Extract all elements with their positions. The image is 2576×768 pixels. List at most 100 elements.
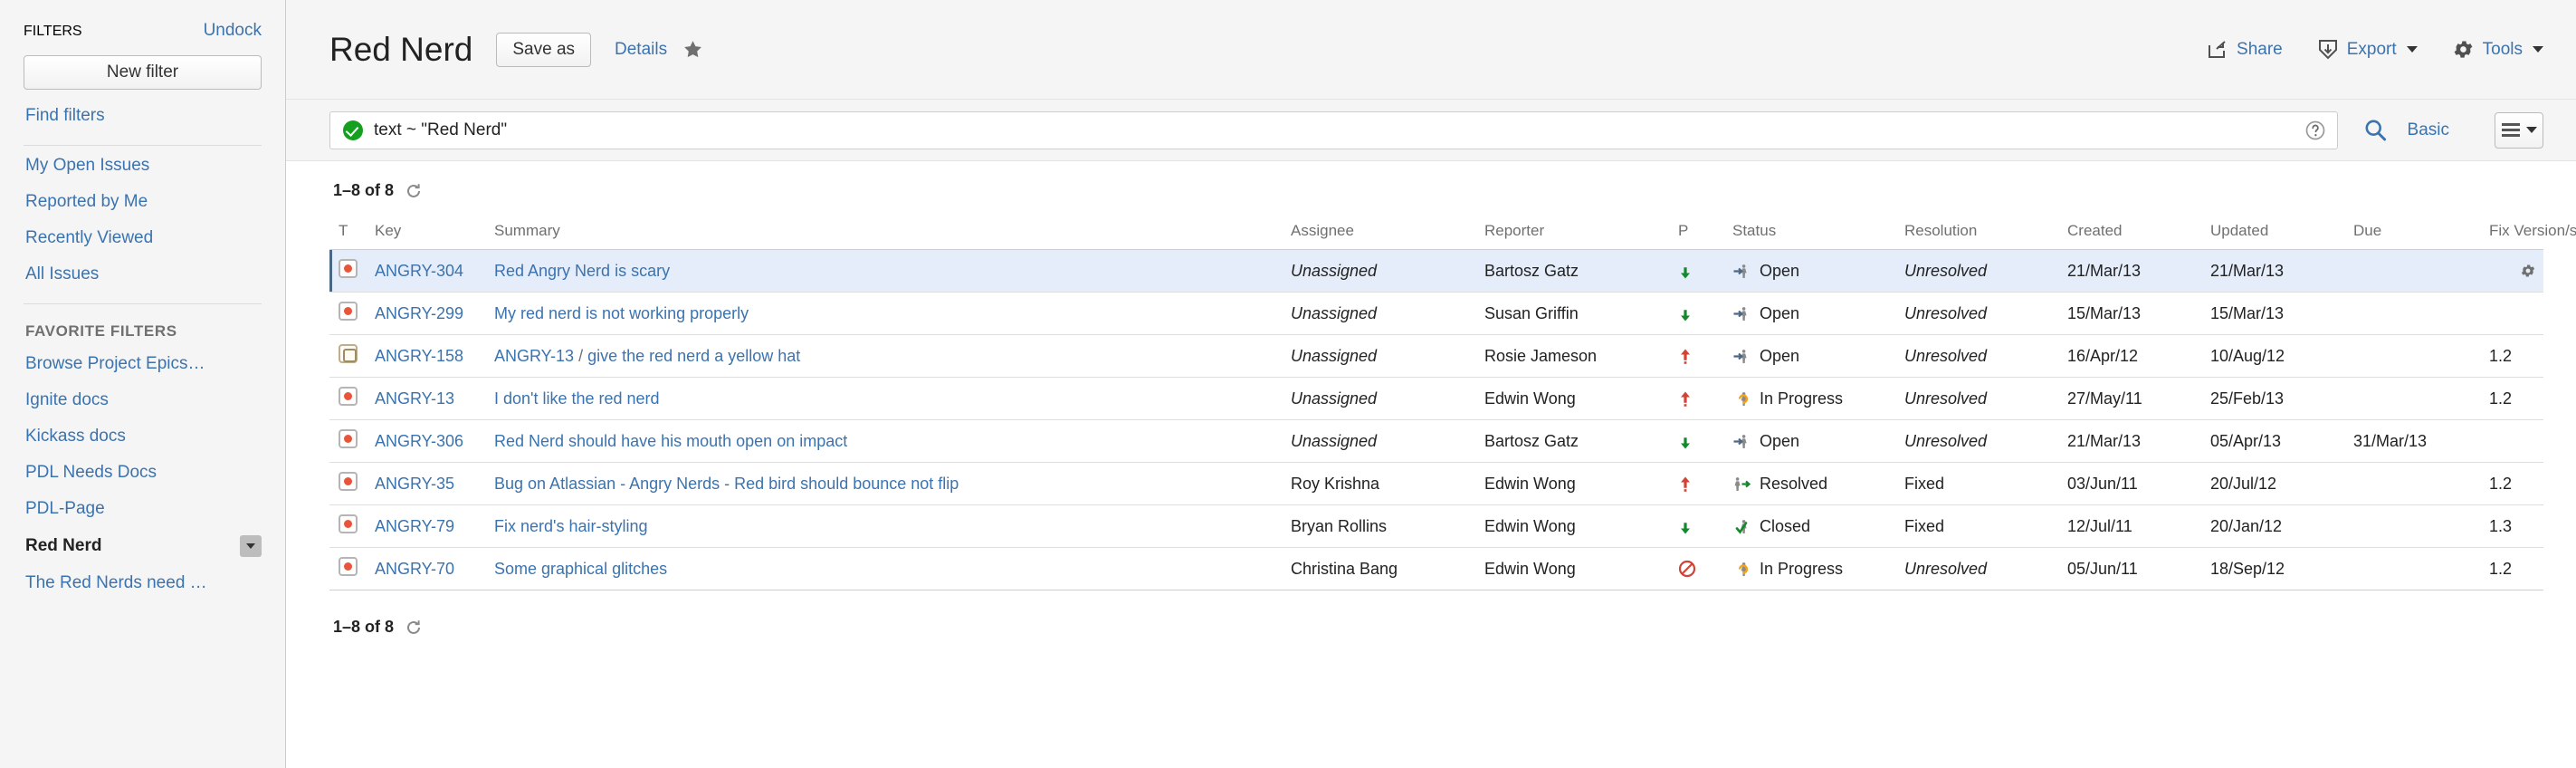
issue-summary-link[interactable]: My red nerd is not working properly xyxy=(494,304,749,322)
sidebar-item-reported-by-me[interactable]: Reported by Me xyxy=(24,184,262,220)
count-label: 1–8 of 8 xyxy=(333,181,394,200)
open-icon xyxy=(1732,304,1752,323)
cell-assignee: Unassigned xyxy=(1283,420,1477,463)
column-header-reporter[interactable]: Reporter xyxy=(1477,216,1671,250)
cell-resolution: Fixed xyxy=(1897,463,2060,505)
issue-key-link[interactable]: ANGRY-299 xyxy=(375,304,463,322)
issue-key-link[interactable]: ANGRY-158 xyxy=(375,347,463,365)
find-filters-link[interactable]: Find filters xyxy=(24,90,262,134)
column-header-created[interactable]: Created xyxy=(2060,216,2203,250)
cell-reporter: Edwin Wong xyxy=(1477,378,1671,420)
column-header-updated[interactable]: Updated xyxy=(2203,216,2346,250)
cell-key: ANGRY-306 xyxy=(367,420,487,463)
issue-summary-link[interactable]: Fix nerd's hair-styling xyxy=(494,517,648,535)
sidebar-item-pdl-needs-docs[interactable]: PDL Needs Docs xyxy=(24,455,262,491)
cell-fix-versions xyxy=(2482,293,2543,335)
sidebar-item-ignite-docs[interactable]: Ignite docs xyxy=(24,382,262,418)
refresh-icon[interactable] xyxy=(405,182,423,200)
issue-key-link[interactable]: ANGRY-306 xyxy=(375,432,463,450)
cell-key: ANGRY-304 xyxy=(367,250,487,293)
basic-search-link[interactable]: Basic xyxy=(2408,120,2449,140)
jql-input-container[interactable]: text ~ "Red Nerd" xyxy=(329,111,2338,149)
share-button[interactable]: Share xyxy=(2207,40,2283,60)
sidebar-item-pdl-page[interactable]: PDL-Page xyxy=(24,491,262,527)
table-row[interactable]: ANGRY-158 ANGRY-13 / give the red nerd a … xyxy=(329,335,2543,378)
table-row[interactable]: ANGRY-70Some graphical glitchesChristina… xyxy=(329,548,2543,590)
cell-status: In Progress xyxy=(1725,548,1897,590)
issue-summary-link[interactable]: Some graphical glitches xyxy=(494,560,667,578)
tools-button[interactable]: Tools xyxy=(2452,38,2543,61)
export-button[interactable]: Export xyxy=(2317,39,2418,60)
issue-key-link[interactable]: ANGRY-304 xyxy=(375,262,463,280)
cell-due xyxy=(2346,463,2482,505)
issue-key-link[interactable]: ANGRY-79 xyxy=(375,517,454,535)
search-icon[interactable] xyxy=(2363,118,2388,142)
green-check-icon xyxy=(343,120,363,140)
column-header-status[interactable]: Status xyxy=(1725,216,1897,250)
sidebar-item-browse-project-epics[interactable]: Browse Project Epics… xyxy=(24,346,262,382)
column-header-type[interactable]: T xyxy=(329,216,367,250)
refresh-icon[interactable] xyxy=(405,619,423,637)
save-as-button[interactable]: Save as xyxy=(496,33,591,67)
sidebar-item-recently-viewed[interactable]: Recently Viewed xyxy=(24,220,262,256)
bug-icon xyxy=(339,514,358,533)
sidebar-item-all-issues[interactable]: All Issues xyxy=(24,256,262,293)
issue-key-link[interactable]: ANGRY-35 xyxy=(375,475,454,493)
sidebar-item-the-red-nerds-need[interactable]: The Red Nerds need … xyxy=(24,565,262,601)
cell-due xyxy=(2346,548,2482,590)
details-link[interactable]: Details xyxy=(615,40,667,60)
issue-summary-link[interactable]: give the red nerd a yellow hat xyxy=(587,347,800,365)
cell-created: 16/Apr/12 xyxy=(2060,335,2203,378)
view-options-button[interactable] xyxy=(2495,112,2543,149)
column-header-key[interactable]: Key xyxy=(367,216,487,250)
cell-summary: Fix nerd's hair-styling xyxy=(487,505,1283,548)
sidebar-item-my-open-issues[interactable]: My Open Issues xyxy=(24,148,262,184)
column-header-fix-versions[interactable]: Fix Version/s xyxy=(2482,216,2543,250)
chevron-down-icon[interactable] xyxy=(240,535,262,557)
undock-link[interactable]: Undock xyxy=(204,21,262,41)
status-label: In Progress xyxy=(1760,560,1843,579)
issue-summary-link[interactable]: Red Nerd should have his mouth open on i… xyxy=(494,432,847,450)
table-row[interactable]: ANGRY-13 I don't like the red nerd Unassig… xyxy=(329,378,2543,420)
sidebar-divider-1 xyxy=(24,145,262,146)
cell-resolution: Unresolved xyxy=(1897,335,2060,378)
cell-summary: Some graphical glitches xyxy=(487,548,1283,590)
issue-summary-link[interactable]: I don't like the red nerd xyxy=(494,389,660,408)
column-header-summary[interactable]: Summary xyxy=(487,216,1283,250)
issue-key-link[interactable]: ANGRY-70 xyxy=(375,560,454,578)
cell-status: Resolved xyxy=(1725,463,1897,505)
issue-key-link[interactable]: ANGRY-13 xyxy=(375,389,454,408)
sidebar-item-kickass-docs[interactable]: Kickass docs xyxy=(24,418,262,455)
sidebar-item-red-nerd[interactable]: Red Nerd xyxy=(24,527,262,565)
list-view-icon xyxy=(2502,123,2520,137)
new-filter-button[interactable]: New filter xyxy=(24,55,262,90)
table-row[interactable]: ANGRY-304Red Angry Nerd is scaryUnassign… xyxy=(329,250,2543,293)
issue-summary-link[interactable]: Red Angry Nerd is scary xyxy=(494,262,670,280)
question-mark-icon[interactable] xyxy=(2304,120,2326,141)
column-header-priority[interactable]: P xyxy=(1671,216,1725,250)
row-actions-gear-icon[interactable] xyxy=(2520,263,2536,279)
issue-summary-link[interactable]: Bug on Atlassian - Angry Nerds - Red bir… xyxy=(494,475,959,493)
status-label: Resolved xyxy=(1760,475,1827,494)
cell-fix-versions xyxy=(2482,420,2543,463)
cell-reporter: Edwin Wong xyxy=(1477,505,1671,548)
jira-issue-navigator: FILTERS Undock New filter Find filters M… xyxy=(0,0,2576,768)
cell-assignee: Unassigned xyxy=(1283,378,1477,420)
column-header-resolution[interactable]: Resolution xyxy=(1897,216,2060,250)
jql-query-text[interactable]: text ~ "Red Nerd" xyxy=(374,120,2304,140)
sidebar-item-label: PDL-Page xyxy=(25,499,105,519)
closed-icon xyxy=(1732,517,1752,536)
cell-priority xyxy=(1671,335,1725,378)
status-label: Open xyxy=(1760,304,1799,323)
arrow-down-green-icon xyxy=(1678,517,1718,535)
table-row[interactable]: ANGRY-306 Red Nerd should have his mouth … xyxy=(329,420,2543,463)
cell-summary: ANGRY-13 / give the red nerd a yellow ha… xyxy=(487,335,1283,378)
table-row[interactable]: ANGRY-35 Bug on Atlassian - Angry Nerds -… xyxy=(329,463,2543,505)
cell-due: 31/Mar/13 xyxy=(2346,420,2482,463)
table-row[interactable]: ANGRY-299 My red nerd is not working prop… xyxy=(329,293,2543,335)
column-header-assignee[interactable]: Assignee xyxy=(1283,216,1477,250)
issue-parent-link[interactable]: ANGRY-13 xyxy=(494,347,574,365)
column-header-due[interactable]: Due xyxy=(2346,216,2482,250)
star-icon[interactable] xyxy=(682,39,704,61)
table-row[interactable]: ANGRY-79Fix nerd's hair-stylingBryan Rol… xyxy=(329,505,2543,548)
